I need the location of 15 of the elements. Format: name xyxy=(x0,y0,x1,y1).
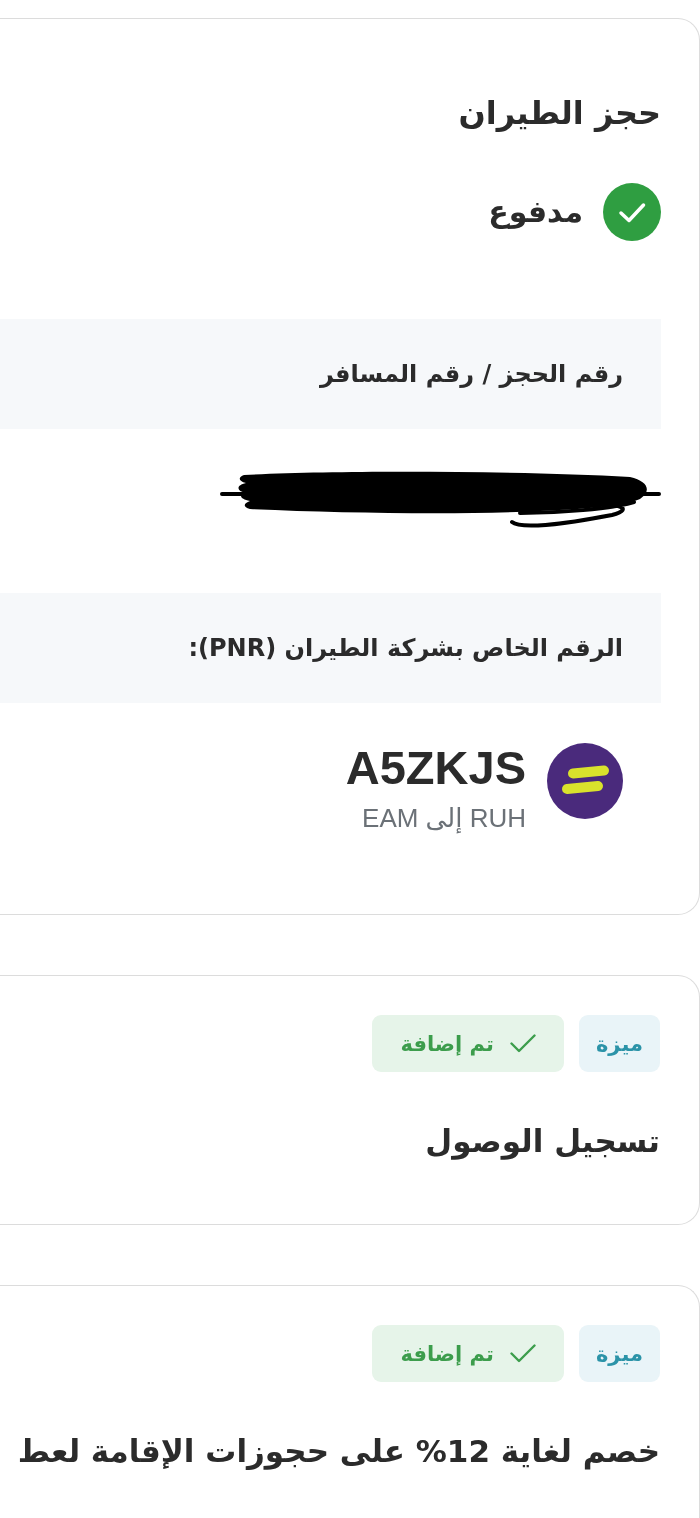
check-icon xyxy=(509,1034,536,1053)
check-icon xyxy=(509,1344,536,1363)
added-badge: تم إضافة xyxy=(372,1015,564,1072)
logo-icon xyxy=(547,743,623,819)
feature-tag: ميزة xyxy=(578,1325,660,1382)
feature-title: تسجيل الوصول xyxy=(424,1122,660,1162)
section-label: الرقم الخاص بشركة الطيران (PNR): xyxy=(0,593,661,703)
pnr-code: A5ZKJS xyxy=(345,743,526,793)
feature-title: خصم لغاية 12% على حجوزات الإقامة لعط xyxy=(16,1432,660,1472)
payment-status: مدفوع xyxy=(488,193,583,231)
route-text: RUH إلى EAM xyxy=(362,803,526,833)
added-badge: تم إضافة xyxy=(372,1325,564,1382)
feature-tag: ميزة xyxy=(578,1015,660,1072)
section-label: رقم الحجز / رقم المسافر xyxy=(0,319,661,429)
booking-title: حجز الطيران xyxy=(457,93,661,134)
